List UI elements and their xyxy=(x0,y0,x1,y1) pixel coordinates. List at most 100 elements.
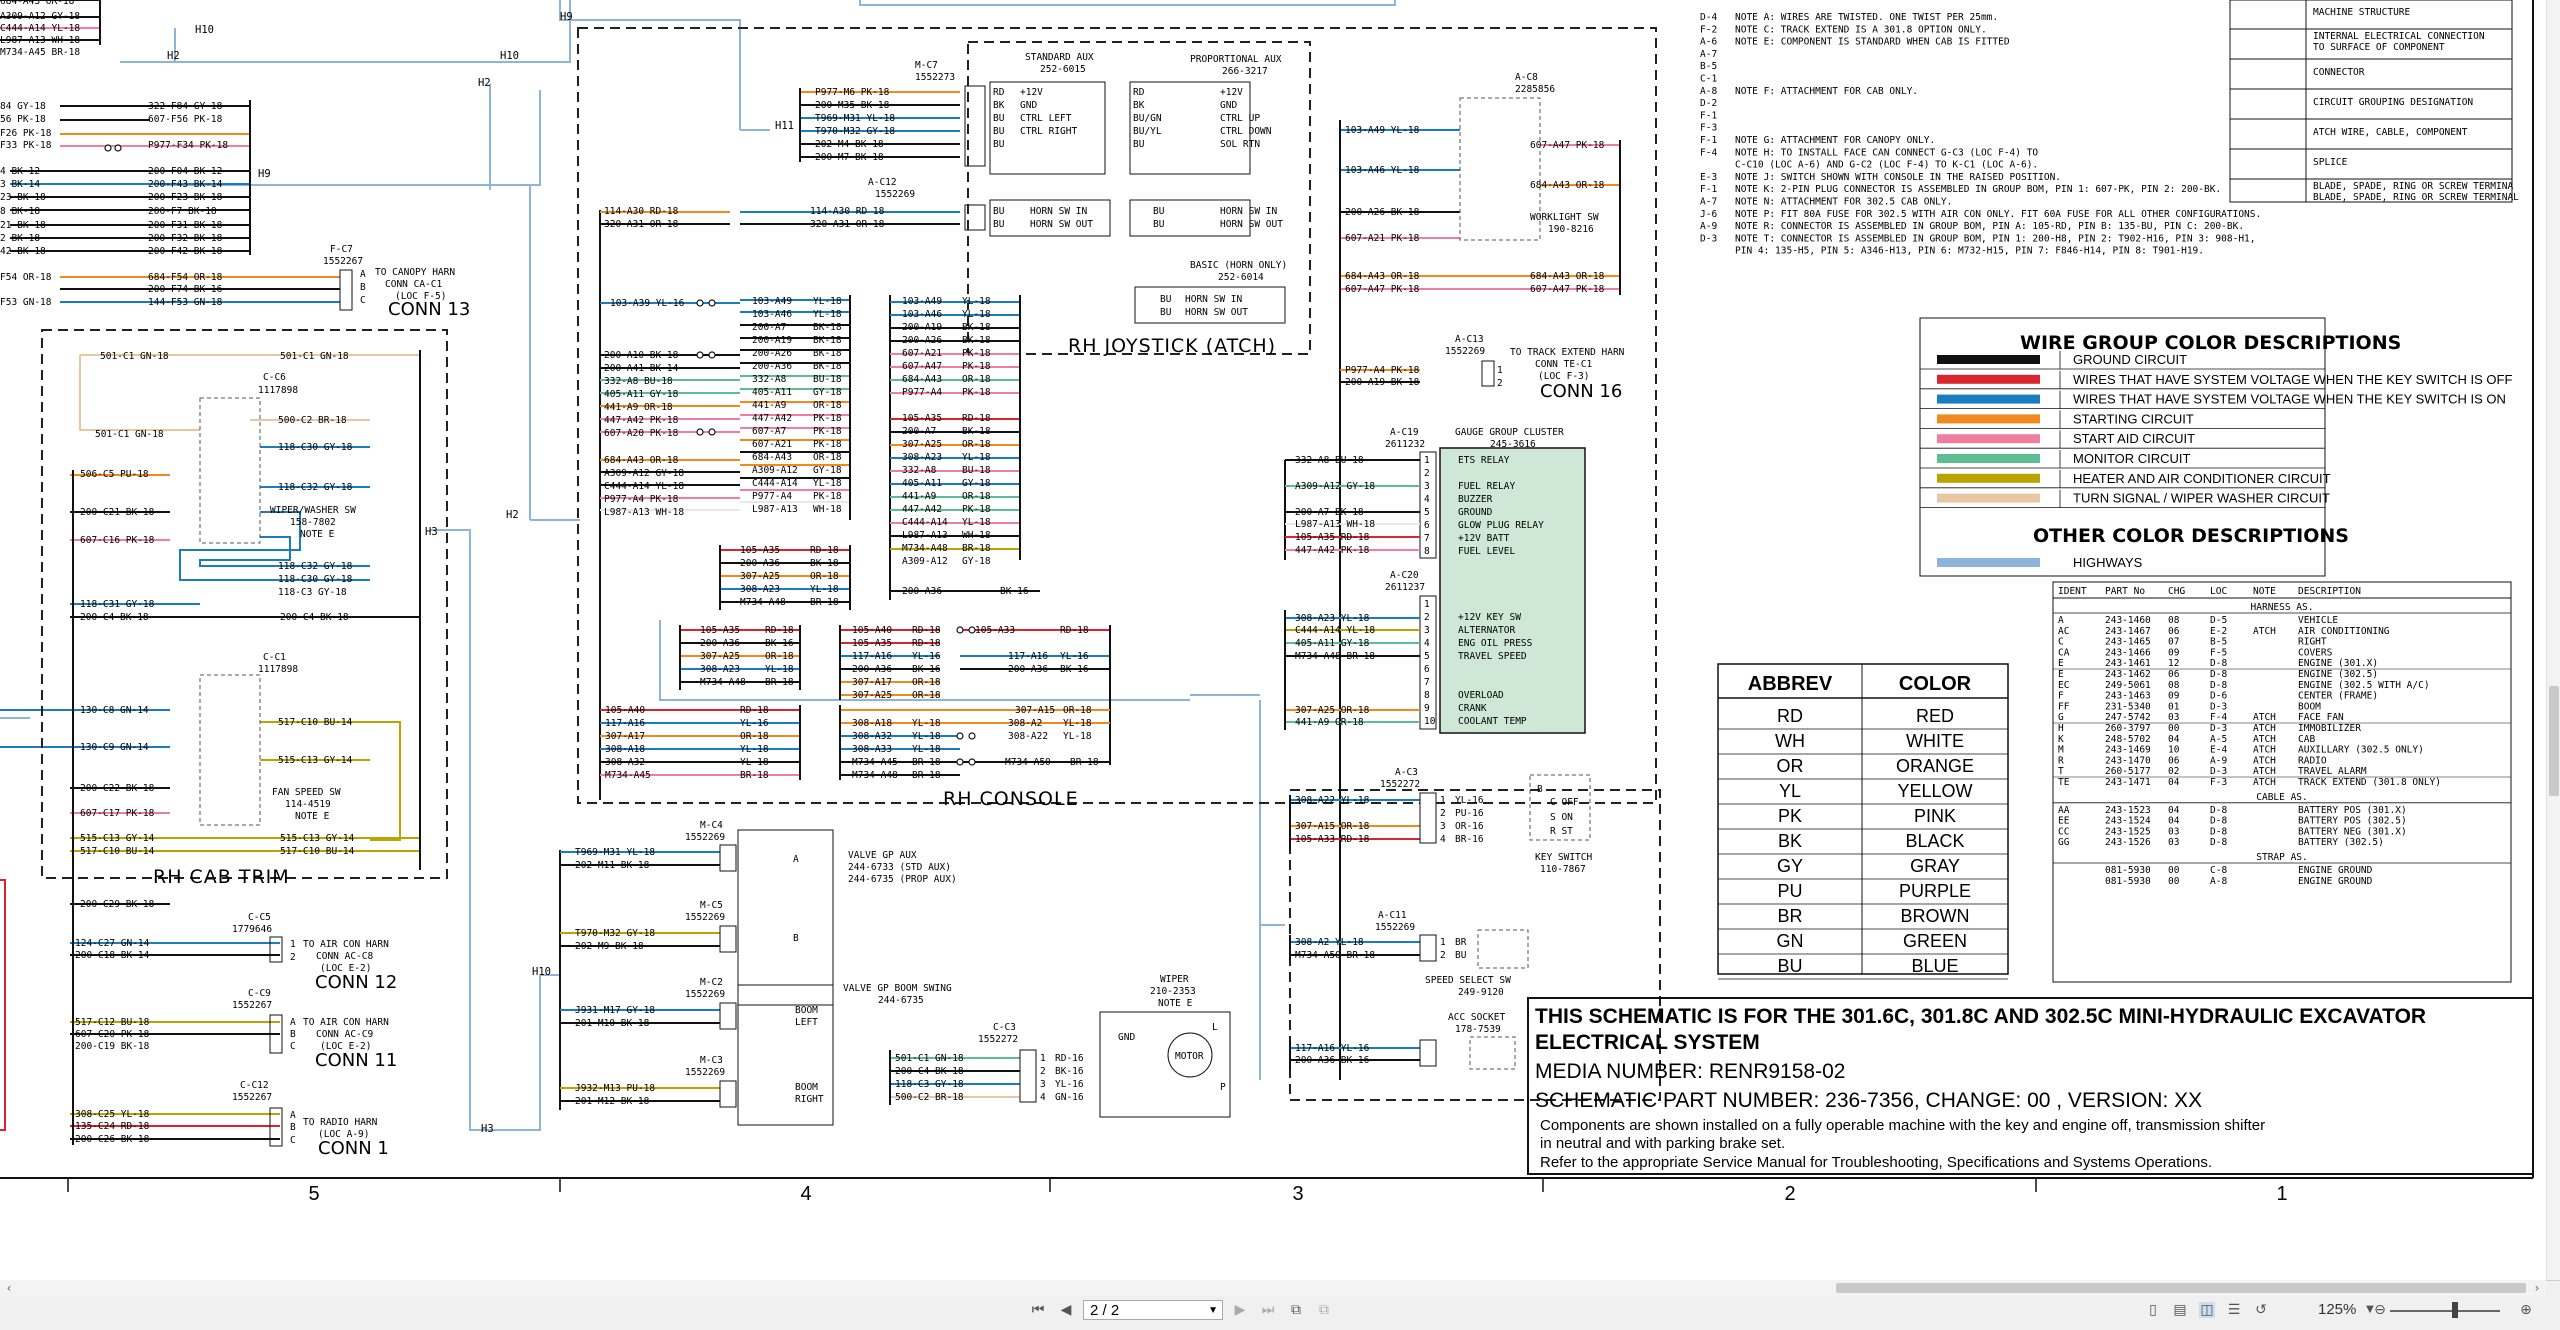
svg-text:B: B xyxy=(1537,784,1543,795)
svg-text:GND: GND xyxy=(1220,100,1237,111)
svg-text:405-A11 GY-18: 405-A11 GY-18 xyxy=(604,389,679,400)
single-page-view-icon[interactable]: ▯ xyxy=(2145,1302,2161,1318)
gauge-pin-label: ALTERNATOR xyxy=(1458,625,1515,636)
svg-text:BK-18: BK-18 xyxy=(813,361,842,372)
note-loc: A-6 xyxy=(1700,37,1717,48)
next-page-icon[interactable]: ▶ xyxy=(1232,1302,1248,1318)
vertical-scrollbar[interactable] xyxy=(2546,0,2560,1296)
svg-text:VALVE GP BOOM SWING: VALVE GP BOOM SWING xyxy=(843,983,952,994)
fit-width-icon[interactable]: ⧉ xyxy=(1316,1302,1332,1318)
svg-text:A309-A12: A309-A12 xyxy=(902,556,948,567)
svg-text:200-A26: 200-A26 xyxy=(752,348,792,359)
svg-text:1552269: 1552269 xyxy=(685,1067,725,1078)
svg-text:P977-M6 PK-18: P977-M6 PK-18 xyxy=(815,87,890,98)
svg-text:1552272: 1552272 xyxy=(1380,779,1420,790)
svg-text:307-A17: 307-A17 xyxy=(605,731,645,742)
parts-cell: 247-5742 xyxy=(2105,712,2151,723)
wire-color-swatch xyxy=(1937,414,2040,424)
svg-text:607-F56 PK-18: 607-F56 PK-18 xyxy=(148,114,223,125)
gauge-pin-label: +12V BATT xyxy=(1458,533,1510,544)
last-page-icon[interactable]: ⏭ xyxy=(1260,1302,1276,1318)
svg-text:684-A43 OR-18: 684-A43 OR-18 xyxy=(1345,271,1420,282)
vertical-scroll-thumb[interactable] xyxy=(2549,686,2559,796)
svg-text:332-A8 BU-18: 332-A8 BU-18 xyxy=(604,376,673,387)
svg-text:A309-A12: A309-A12 xyxy=(752,465,798,476)
svg-text:FAN SPEED SW: FAN SPEED SW xyxy=(272,787,341,798)
svg-text:WIPER/WASHER SW: WIPER/WASHER SW xyxy=(270,505,356,516)
page-dropdown-icon[interactable]: ▼ xyxy=(1208,1301,1218,1321)
gauge-pin-label: TRAVEL SPEED xyxy=(1458,651,1527,662)
parts-cell: TRACK EXTEND (301.8 ONLY) xyxy=(2298,777,2441,788)
wire-group-label: WIRES THAT HAVE SYSTEM VOLTAGE WHEN THE … xyxy=(2073,392,2506,407)
page-number-input[interactable]: 2 / 2 ▼ xyxy=(1083,1300,1223,1320)
parts-cell: BATTERY (302.5) xyxy=(2298,837,2384,848)
svg-text:200-C4 BK-18: 200-C4 BK-18 xyxy=(280,612,349,623)
schematic-part-number: SCHEMATIC PART NUMBER: 236-7356, CHANGE:… xyxy=(1535,1089,2202,1112)
note-loc: F-3 xyxy=(1700,123,1717,134)
svg-text:A309-A12 GY-18: A309-A12 GY-18 xyxy=(1295,481,1375,492)
gauge-pin-number: 6 xyxy=(1424,664,1430,675)
svg-text:BK-18: BK-18 xyxy=(813,348,842,359)
gauge-pin-number: 4 xyxy=(1424,638,1430,649)
svg-text:607-C20 PK-18: 607-C20 PK-18 xyxy=(75,1029,150,1040)
parts-cell: ENGINE GROUND xyxy=(2298,865,2373,876)
svg-text:21 BK-18: 21 BK-18 xyxy=(0,220,46,231)
svg-text:1552267: 1552267 xyxy=(232,1092,272,1103)
svg-text:308-A33: 308-A33 xyxy=(852,744,892,755)
horizontal-scroll-thumb[interactable] xyxy=(1836,1283,2526,1293)
svg-text:3 BK-14: 3 BK-14 xyxy=(0,179,40,190)
continuous-view-icon[interactable]: ▤ xyxy=(2172,1302,2188,1318)
scroll-left-icon[interactable]: ‹ xyxy=(2,1280,16,1296)
parts-cell: 09 xyxy=(2168,647,2180,658)
svg-text:OR-16: OR-16 xyxy=(1455,821,1484,832)
svg-text:517-C10 BU-14: 517-C10 BU-14 xyxy=(80,846,155,857)
abbrev-code: OR xyxy=(1777,756,1804,776)
parts-cell: AC xyxy=(2058,626,2069,637)
svg-text:307-A25 OR-18: 307-A25 OR-18 xyxy=(1295,705,1370,716)
svg-text:500-C2 BR-18: 500-C2 BR-18 xyxy=(895,1092,964,1103)
svg-text:308-A23 YL-18: 308-A23 YL-18 xyxy=(1295,613,1370,624)
highway-labels: H10 H2 H2 H10 H9 H9 H11 H2 H3 H10 H3 xyxy=(167,11,794,1135)
zoom-slider-handle[interactable] xyxy=(2452,1302,2458,1318)
svg-text:M734-A48: M734-A48 xyxy=(852,770,898,781)
zoom-out-icon[interactable]: ⊖ xyxy=(2372,1302,2388,1318)
scroll-right-icon[interactable]: › xyxy=(2530,1280,2544,1296)
svg-text:200-F42 BK-18: 200-F42 BK-18 xyxy=(148,246,223,257)
zoom-slider[interactable] xyxy=(2390,1310,2500,1312)
svg-text:A-C19: A-C19 xyxy=(1390,427,1419,438)
svg-text:M734-A48 BR-18: M734-A48 BR-18 xyxy=(1295,651,1375,662)
svg-text:105-A33 RD-18: 105-A33 RD-18 xyxy=(1295,834,1370,845)
note-loc: F-4 xyxy=(1700,147,1717,158)
svg-text:4 BK-12: 4 BK-12 xyxy=(0,166,40,177)
svg-text:in neutral and with parking br: in neutral and with parking brake set. xyxy=(1540,1135,1785,1152)
first-page-icon[interactable]: ⏮ xyxy=(1030,1302,1046,1318)
svg-text:YL-18: YL-18 xyxy=(740,757,769,768)
svg-text:P977-A4 PK-18: P977-A4 PK-18 xyxy=(604,494,679,505)
previous-page-icon[interactable]: ◀ xyxy=(1058,1302,1074,1318)
grid-number: 3 xyxy=(1292,1183,1303,1205)
pdf-viewport: RH CAB TRIM RH CONSOLE RH JOYSTICK (ATCH… xyxy=(0,0,2560,1280)
svg-text:684-F54 OR-18: 684-F54 OR-18 xyxy=(148,272,223,283)
note-text: NOTE E: COMPONENT IS STANDARD WHEN CAB I… xyxy=(1735,37,2010,48)
svg-text:A-C8: A-C8 xyxy=(1515,72,1538,83)
svg-text:1552273: 1552273 xyxy=(915,72,955,83)
svg-text:2: 2 xyxy=(1440,950,1446,961)
parts-header: NOTE xyxy=(2253,586,2276,597)
svg-text:144-F53 GN-18: 144-F53 GN-18 xyxy=(148,297,223,308)
fit-page-icon[interactable]: ⧉ xyxy=(1288,1302,1304,1318)
svg-text:CONN 12: CONN 12 xyxy=(315,972,397,993)
svg-text:607-A47 PK-18: 607-A47 PK-18 xyxy=(1530,140,1605,151)
zoom-in-icon[interactable]: ⊕ xyxy=(2518,1302,2534,1318)
svg-text:H11: H11 xyxy=(775,120,794,132)
svg-text:J931-M17 GY-18: J931-M17 GY-18 xyxy=(575,1005,655,1016)
svg-text:200-F43 BK-14: 200-F43 BK-14 xyxy=(148,179,223,190)
horizontal-scrollbar[interactable]: ‹ › xyxy=(0,1280,2546,1296)
svg-text:307-A15: 307-A15 xyxy=(1015,705,1055,716)
svg-text:OR-18: OR-18 xyxy=(912,690,941,701)
svg-text:A309-A12 GY-18: A309-A12 GY-18 xyxy=(0,11,80,22)
two-page-view-icon[interactable]: ◫ xyxy=(2199,1302,2215,1318)
two-page-continuous-icon[interactable]: ☰ xyxy=(2226,1302,2242,1318)
rotate-view-icon[interactable]: ↺ xyxy=(2253,1302,2269,1318)
parts-cell: 04 xyxy=(2168,816,2180,827)
svg-text:200-A36: 200-A36 xyxy=(700,638,740,649)
